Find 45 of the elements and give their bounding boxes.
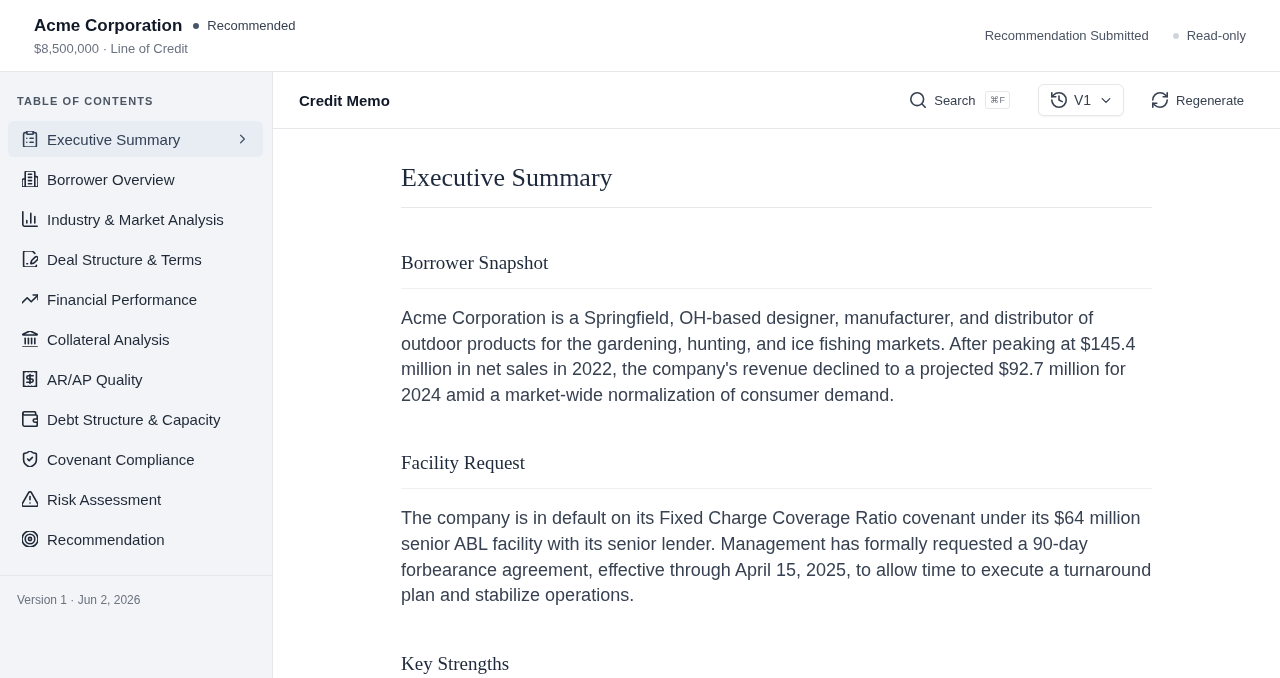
toc-item[interactable]: Executive Summary — [8, 121, 263, 157]
target-icon — [22, 531, 38, 547]
section-paragraph: Acme Corporation is a Springfield, OH-based designer, manufacturer, and distributor of outdoor products for the gardening, hunting, and ice fishing markets. After peaking at $145.4 million in net sales in 2022, the company's revenue declined to a projected $92.7 million for 2024 amid a market-wide normalization of consumer demand. — [401, 307, 1137, 407]
warning-icon — [22, 491, 38, 507]
toc-item[interactable]: Deal Structure & Terms — [8, 241, 263, 277]
file-pen-icon — [22, 251, 38, 267]
memo-title: Credit Memo — [299, 91, 390, 109]
columned-building-icon — [22, 331, 38, 347]
submission-status: Recommendation Submitted — [984, 28, 1149, 43]
toc-item[interactable]: Risk Assessment — [8, 481, 263, 517]
toc-item[interactable]: Industry & Market Analysis — [8, 201, 263, 237]
shield-check-icon — [22, 451, 38, 467]
shortcut-key: ⌘F — [985, 91, 1010, 109]
toc-heading: TABLE OF CONTENTS — [16, 94, 155, 109]
toc-item[interactable]: Financial Performance — [8, 281, 263, 317]
clipboard-list-icon — [22, 131, 38, 147]
search-icon — [910, 92, 927, 108]
section-heading: Borrower Snapshot — [401, 251, 1152, 289]
toc-item[interactable]: Debt Structure & Capacity — [8, 401, 263, 437]
section-heading: Facility Request — [401, 451, 1152, 490]
trending-up-icon — [22, 291, 38, 307]
toc-item[interactable]: AR/AP Quality — [8, 361, 263, 397]
chevron-down-icon — [1101, 97, 1112, 103]
section-heading: Key Strengths — [401, 651, 1152, 678]
bar-chart-icon — [22, 211, 38, 227]
status-label: Recommended — [207, 18, 296, 33]
section-paragraph: The company is in default on its Fixed Charge Coverage Ratio covenant under its $64 million senior ABL facility with its senior lender. Management has formally requested a 90-day forbearance agreement, effective through April 15, 2025, to allow time to execute a turnaround plan and stabilize operations. — [401, 507, 1152, 608]
history-icon — [1050, 92, 1067, 108]
receipt-icon — [22, 371, 38, 387]
refresh-icon — [1152, 92, 1169, 108]
access-label: Read-only — [1186, 28, 1246, 43]
chevron-right-icon — [240, 134, 245, 144]
building-icon — [22, 171, 38, 187]
version-dropdown[interactable]: V1 — [1037, 84, 1125, 116]
regenerate-button[interactable]: Regenerate — [1140, 84, 1256, 116]
deal-subtitle: $8,500,000 · Line of Credit — [34, 40, 189, 56]
toc-item[interactable]: Covenant Compliance — [8, 441, 263, 477]
company-name: Acme Corporation — [34, 15, 183, 36]
wallet-icon — [22, 411, 38, 427]
search-button[interactable]: Search ⌘F — [898, 84, 1022, 116]
toc-item[interactable]: Recommendation — [8, 521, 263, 557]
version-note: Version 1 · Jun 2, 2026 — [17, 593, 141, 607]
toc-item[interactable]: Collateral Analysis — [8, 321, 263, 357]
toc-item[interactable]: Borrower Overview — [8, 161, 263, 197]
document-title: Executive Summary — [401, 162, 1152, 208]
